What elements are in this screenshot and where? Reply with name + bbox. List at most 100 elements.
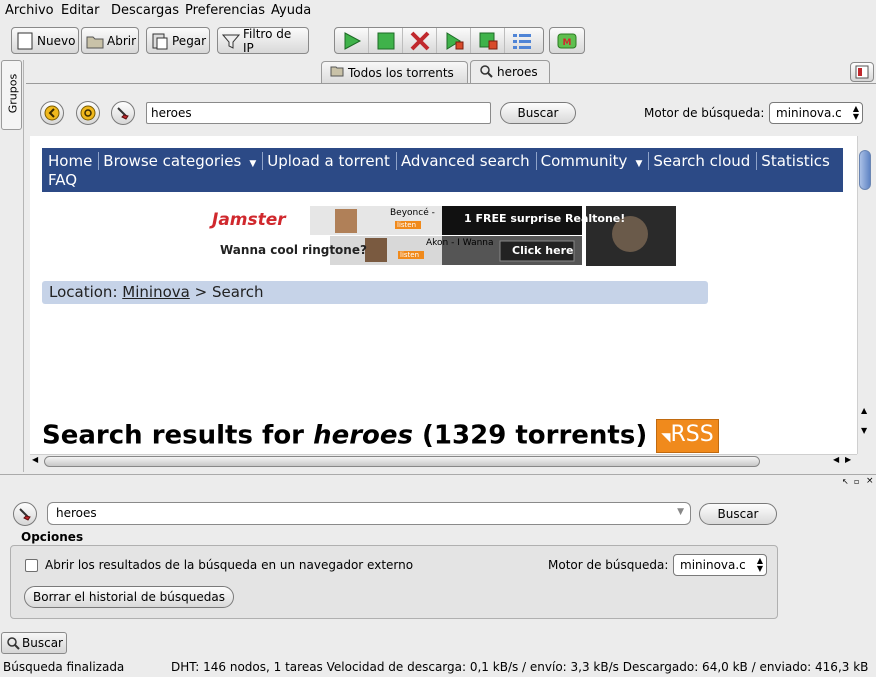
bottom-tab-search[interactable]: Buscar [1, 632, 67, 654]
options-title: Opciones [21, 530, 84, 544]
hscroll-thumb[interactable] [44, 456, 760, 467]
nav-advanced-search[interactable]: Advanced search [401, 151, 537, 170]
ad-tagline: Wanna cool ringtone? [220, 243, 367, 257]
top-engine-select[interactable]: mininova.c ▲ ▼ [769, 102, 863, 124]
updown-arrows-icon: ▲ ▼ [756, 556, 763, 573]
nav-statistics[interactable]: Statistics [761, 152, 836, 170]
status-bar: Búsqueda finalizada DHT: 146 nodos, 1 ta… [0, 656, 876, 677]
web-view: Home Browse categories ▼ Upload a torrent… [30, 136, 857, 454]
stop-icon [377, 32, 394, 49]
web-horizontal-scrollbar[interactable]: ◀ ◀ ▶ [30, 454, 857, 468]
location-link-mininova[interactable]: Mininova [122, 283, 190, 301]
rss-icon: ◥ [661, 430, 671, 444]
scroll-down-icon[interactable]: ▼ [861, 426, 867, 435]
start-button[interactable] [335, 28, 369, 53]
new-button-label: Nuevo [37, 33, 76, 48]
scroll-left-icon[interactable]: ◀ [32, 455, 38, 464]
ad-cta: Click here [512, 244, 574, 257]
plugin-button[interactable]: M [550, 28, 584, 53]
menu-descargas[interactable]: Descargas [111, 3, 179, 18]
status-right: DHT: 146 nodos, 1 tareas Velocidad de de… [171, 660, 869, 674]
dropdown-arrow-icon[interactable]: ▼ [677, 507, 684, 517]
bottom-search-button[interactable]: Buscar [699, 503, 777, 525]
ad-offer: 1 FREE surprise Realtone! [464, 212, 626, 225]
panel-splitter[interactable]: ↖ ▫ × [0, 474, 876, 486]
new-button[interactable]: Nuevo [11, 27, 79, 54]
stop-all-button[interactable] [471, 28, 505, 53]
open-external-checkbox[interactable] [25, 559, 38, 572]
magnifier-icon [7, 637, 20, 650]
delete-x-icon [410, 31, 429, 50]
ip-filter-button[interactable]: Filtro de IP [217, 27, 309, 55]
menu-archivo[interactable]: Archivo [5, 3, 54, 18]
results-query: heroes [313, 420, 413, 451]
nav-browse-categories-label: Browse categories [103, 151, 242, 170]
vscroll-thumb[interactable] [859, 150, 871, 190]
stop-load-button[interactable] [76, 101, 100, 125]
start-all-button[interactable] [437, 28, 471, 53]
tab-search-heroes[interactable]: heroes [470, 60, 550, 83]
delete-button[interactable] [403, 28, 437, 53]
list-icon [513, 33, 531, 49]
scroll-right-icon[interactable]: ▶ [845, 455, 851, 464]
bottom-engine-value: mininova.c [680, 558, 746, 572]
bottom-engine-label: Motor de búsqueda: [548, 558, 669, 572]
tab-menu-button[interactable] [850, 62, 874, 82]
paste-button-label: Pegar [172, 33, 207, 48]
clear-search-button[interactable] [111, 101, 135, 125]
restore-icon[interactable]: ↖ [842, 477, 849, 486]
back-button[interactable] [40, 101, 64, 125]
maximize-icon[interactable]: ▫ [854, 477, 859, 486]
caret-down-icon: ▼ [635, 158, 643, 169]
queue-button[interactable] [505, 28, 539, 53]
nav-browse-categories[interactable]: Browse categories ▼ [103, 151, 264, 170]
ad-listen-2: listen [400, 251, 420, 259]
bottom-search-input[interactable]: heroes ▼ [47, 502, 691, 525]
stop-button[interactable] [369, 28, 403, 53]
top-search-button[interactable]: Buscar [500, 102, 576, 124]
options-group: Abrir los resultados de la búsqueda en u… [10, 545, 778, 619]
scroll-up-icon[interactable]: ▲ [861, 406, 867, 415]
groups-tab[interactable]: Grupos [1, 60, 22, 130]
window-list-icon [855, 65, 869, 79]
power-plug-icon: M [557, 33, 577, 48]
rss-link[interactable]: ◥RSS [656, 419, 719, 453]
play-all-icon [446, 31, 463, 50]
nav-community[interactable]: Community ▼ [540, 151, 650, 170]
ad-brand: Jamster [212, 210, 286, 230]
top-engine-value: mininova.c [776, 106, 842, 120]
location-label: Location: [49, 283, 118, 301]
folder-icon [86, 32, 104, 50]
ad-banner[interactable]: Jamster Wanna cool ringtone? Beyoncé - A… [210, 206, 676, 266]
funnel-icon [221, 32, 241, 50]
bottom-clear-search-button[interactable] [13, 502, 37, 526]
ad-listen-1: listen [397, 221, 417, 229]
stop-all-icon [479, 32, 497, 49]
tab-search-heroes-label: heroes [497, 65, 538, 79]
close-icon[interactable]: × [866, 476, 874, 486]
open-button[interactable]: Abrir [81, 27, 139, 54]
open-external-label: Abrir los resultados de la búsqueda en u… [45, 558, 414, 572]
bottom-tab-search-label: Buscar [22, 636, 63, 650]
breadcrumb: Location: Mininova > Search [42, 281, 708, 304]
stop-circle-icon [80, 105, 96, 121]
nav-faq[interactable]: FAQ [48, 171, 83, 189]
paste-button[interactable]: Pegar [146, 27, 210, 54]
top-search-input[interactable]: heroes [146, 102, 491, 124]
tab-all-torrents-label: Todos los torrents [348, 65, 454, 80]
bottom-search-value: heroes [56, 506, 97, 520]
nav-home[interactable]: Home [48, 151, 100, 170]
web-vertical-scrollbar[interactable]: ▲ ▼ [857, 136, 872, 454]
menu-preferencias[interactable]: Preferencias [185, 3, 265, 18]
bottom-engine-select[interactable]: mininova.c ▲ ▼ [673, 554, 767, 576]
clear-history-button[interactable]: Borrar el historial de búsquedas [24, 586, 234, 608]
nav-search-cloud[interactable]: Search cloud [653, 151, 758, 170]
results-count: (1329 torrents) [413, 420, 648, 451]
menu-editar[interactable]: Editar [61, 3, 100, 18]
nav-community-label: Community [540, 151, 628, 170]
tab-all-torrents[interactable]: Todos los torrents [321, 61, 468, 83]
scroll-left-icon-2[interactable]: ◀ [833, 455, 839, 464]
nav-upload[interactable]: Upload a torrent [267, 151, 397, 170]
menu-ayuda[interactable]: Ayuda [271, 3, 311, 18]
status-left: Búsqueda finalizada [3, 660, 125, 674]
